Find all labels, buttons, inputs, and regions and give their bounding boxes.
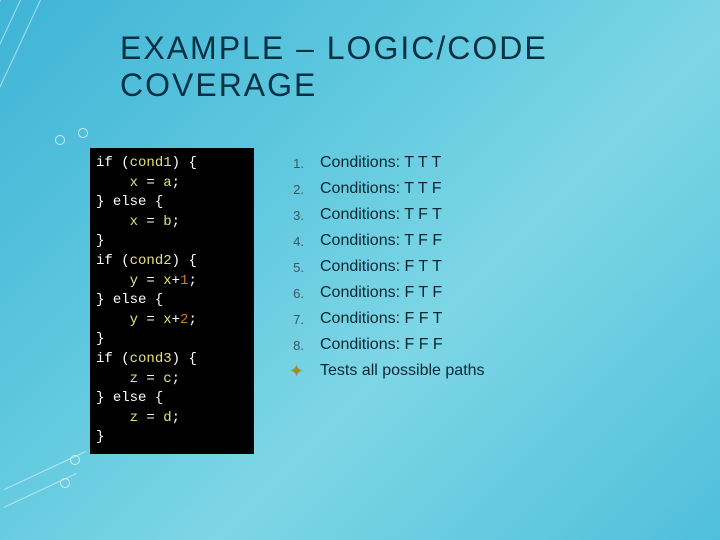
list-text: Conditions: F F F	[320, 336, 443, 354]
title-line-1: EXAMPLE – LOGIC/CODE	[120, 30, 548, 66]
bullet-icon: ✦	[270, 362, 320, 380]
list-number: 6.	[270, 286, 320, 301]
list-text: Conditions: F T F	[320, 284, 442, 302]
list-item: 6.Conditions: F T F	[270, 280, 485, 306]
list-text: Conditions: T T F	[320, 180, 442, 198]
code-snippet: if (cond1) { x = a; } else { x = b; } if…	[90, 148, 254, 454]
code-content: if (cond1) { x = a; } else { x = b; } if…	[96, 154, 248, 448]
list-number: 3.	[270, 208, 320, 223]
list-text: Conditions: F F T	[320, 310, 442, 328]
slide-title: EXAMPLE – LOGIC/CODE COVERAGE	[120, 30, 548, 104]
list-item: 1.Conditions: T T T	[270, 150, 485, 176]
list-number: 1.	[270, 156, 320, 171]
list-item: 2.Conditions: T T F	[270, 176, 485, 202]
list-text: Tests all possible paths	[320, 362, 485, 380]
list-number: 7.	[270, 312, 320, 327]
list-text: Conditions: T T T	[320, 154, 441, 172]
list-number: 5.	[270, 260, 320, 275]
list-text: Conditions: F T T	[320, 258, 442, 276]
list-number: 2.	[270, 182, 320, 197]
conditions-list: 1.Conditions: T T T 2.Conditions: T T F …	[270, 150, 485, 384]
title-line-2: COVERAGE	[120, 67, 317, 103]
list-item: 5.Conditions: F T T	[270, 254, 485, 280]
list-item: 8.Conditions: F F F	[270, 332, 485, 358]
list-text: Conditions: T F T	[320, 206, 442, 224]
list-item-final: ✦Tests all possible paths	[270, 358, 485, 384]
list-item: 4.Conditions: T F F	[270, 228, 485, 254]
list-number: 8.	[270, 338, 320, 353]
list-text: Conditions: T F F	[320, 232, 442, 250]
list-number: 4.	[270, 234, 320, 249]
list-item: 7.Conditions: F F T	[270, 306, 485, 332]
list-item: 3.Conditions: T F T	[270, 202, 485, 228]
